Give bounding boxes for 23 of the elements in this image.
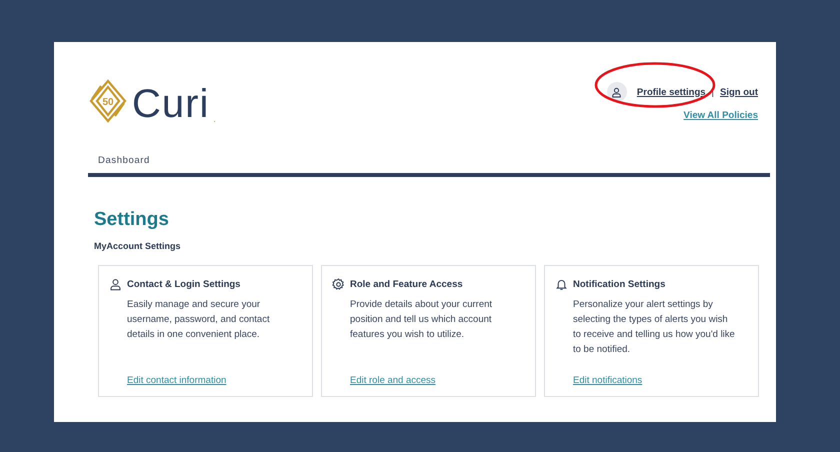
page-title: Settings [94, 209, 170, 231]
card-link[interactable]: Edit contact information [127, 375, 302, 386]
nav-tab[interactable]: Dashboard [98, 155, 150, 166]
logo-icon: 50 [88, 78, 128, 124]
section-subtitle: MyAccount Settings [94, 241, 182, 251]
card-description: Easily manage and secure your username, password, and contact details in one convenient place. [127, 298, 271, 342]
gear-icon [332, 278, 345, 291]
bell-icon [555, 278, 568, 291]
sign-out-link[interactable]: Sign out [720, 86, 758, 98]
card-title: Contact & Login Settings [127, 279, 240, 290]
card-title: Role and Feature Access [350, 279, 463, 290]
card-description: Personalize your alert settings by selecting the types of alerts you wish to receive and telling us how you'd like to be notified. [573, 298, 736, 357]
card-link[interactable]: Edit notifications [573, 375, 748, 386]
card-title: Notification Settings [573, 279, 666, 290]
card-description: Provide details about your current position and tell us which account features you wish to utilize. [350, 298, 494, 342]
policies-link[interactable]: View All Policies [684, 110, 758, 121]
person-icon [611, 86, 622, 98]
logo-mark: . [213, 114, 216, 124]
avatar[interactable] [606, 82, 627, 102]
person-icon [109, 278, 122, 291]
card-link[interactable]: Edit role and access [350, 375, 525, 386]
profile-settings-link[interactable]: Profile settings [636, 86, 706, 98]
logo-wordmark: Curi [132, 84, 210, 124]
